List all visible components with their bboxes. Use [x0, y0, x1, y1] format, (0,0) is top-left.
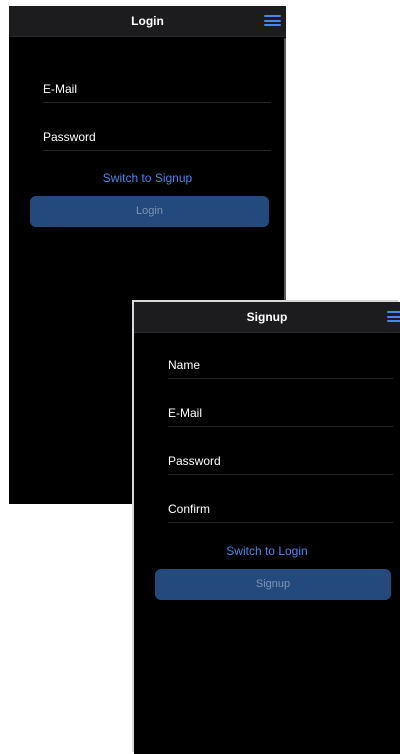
hamburger-menu-icon[interactable]	[387, 310, 400, 323]
login-navbar: Login	[9, 6, 286, 37]
switch-to-login-link[interactable]: Switch to Login	[134, 544, 400, 558]
login-email-field-container	[43, 78, 271, 103]
switch-to-signup-link[interactable]: Switch to Signup	[9, 171, 286, 185]
login-password-field-container	[43, 126, 271, 151]
signup-button[interactable]: Signup	[155, 569, 391, 600]
signup-email-field-container	[168, 402, 393, 427]
signup-confirm-field-container	[168, 498, 393, 523]
login-page-title: Login	[131, 14, 164, 28]
signup-page-title: Signup	[246, 310, 288, 324]
signup-screen: Signup Switch to Login Signup	[134, 302, 400, 754]
signup-confirm-field[interactable]	[168, 498, 393, 520]
signup-password-field[interactable]	[168, 450, 393, 472]
login-button[interactable]: Login	[30, 196, 269, 227]
login-email-field[interactable]	[43, 78, 271, 100]
signup-navbar: Signup	[134, 302, 400, 333]
signup-name-field[interactable]	[168, 354, 393, 376]
hamburger-menu-icon[interactable]	[264, 14, 281, 27]
signup-password-field-container	[168, 450, 393, 475]
signup-name-field-container	[168, 354, 393, 379]
scrollbar[interactable]	[284, 38, 286, 300]
login-password-field[interactable]	[43, 126, 271, 148]
signup-email-field[interactable]	[168, 402, 393, 424]
